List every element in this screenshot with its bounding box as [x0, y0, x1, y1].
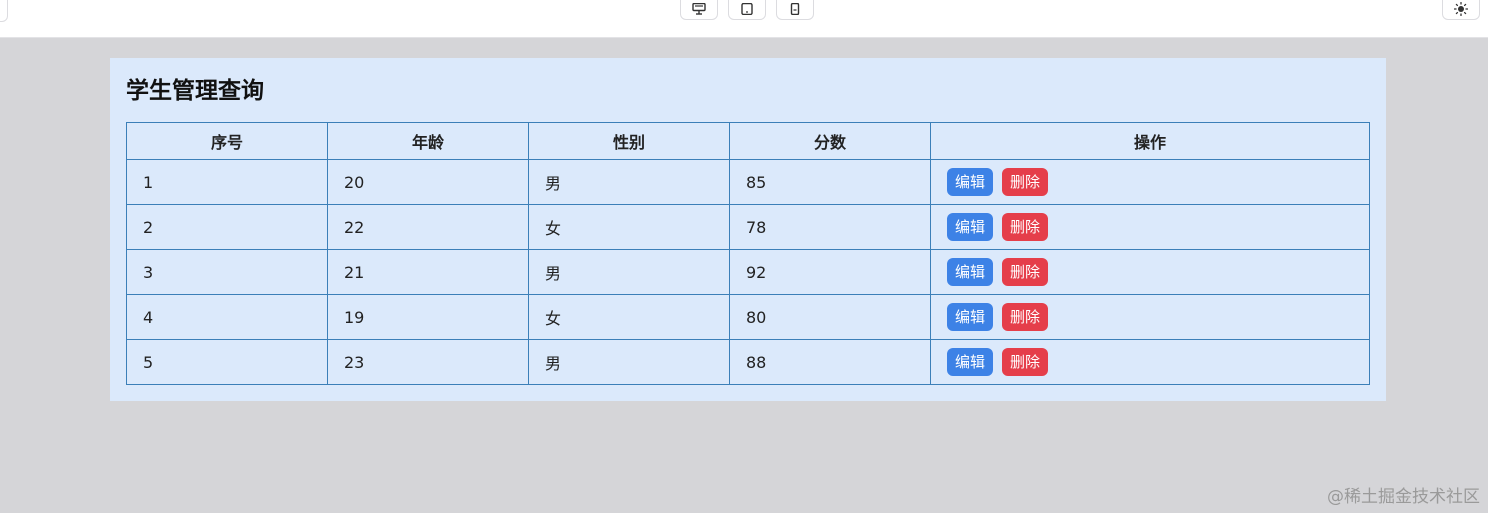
- theme-toggle-button[interactable]: [1442, 0, 1480, 20]
- tablet-icon: [741, 3, 753, 15]
- delete-button[interactable]: 删除: [1002, 213, 1049, 241]
- cell-score: 88: [729, 339, 931, 385]
- cell-age: 22: [327, 204, 529, 250]
- cell-actions: 编辑 删除: [930, 294, 1370, 340]
- desktop-icon: [692, 3, 706, 15]
- delete-button[interactable]: 删除: [1002, 303, 1049, 331]
- cell-gender: 女: [528, 294, 730, 340]
- cell-age: 23: [327, 339, 529, 385]
- cell-score: 85: [729, 159, 931, 205]
- cell-age: 20: [327, 159, 529, 205]
- student-panel: 学生管理查询 序号 年龄 性别 分数 操作 1 20 男 85 编辑 删除 2 …: [110, 58, 1386, 401]
- cell-gender: 男: [528, 249, 730, 295]
- cell-index: 2: [126, 204, 328, 250]
- cell-score: 80: [729, 294, 931, 340]
- table-header-row: 序号 年龄 性别 分数 操作: [126, 122, 1370, 160]
- sun-icon: [1454, 2, 1468, 16]
- header-actions: 操作: [930, 122, 1370, 160]
- cell-gender: 男: [528, 159, 730, 205]
- edit-button[interactable]: 编辑: [947, 213, 994, 241]
- desktop-view-button[interactable]: [680, 0, 718, 20]
- delete-button[interactable]: 删除: [1002, 348, 1049, 376]
- header-gender: 性别: [528, 122, 730, 160]
- student-table: 序号 年龄 性别 分数 操作 1 20 男 85 编辑 删除 2 22 女 78…: [126, 122, 1370, 385]
- edit-button[interactable]: 编辑: [947, 348, 994, 376]
- edit-button[interactable]: 编辑: [947, 303, 994, 331]
- header-age: 年龄: [327, 122, 529, 160]
- tablet-view-button[interactable]: [728, 0, 766, 20]
- left-edge-control[interactable]: [0, 0, 8, 22]
- delete-button[interactable]: 删除: [1002, 168, 1049, 196]
- header-index: 序号: [126, 122, 328, 160]
- cell-gender: 男: [528, 339, 730, 385]
- cell-actions: 编辑 删除: [930, 159, 1370, 205]
- watermark: @稀土掘金技术社区: [1327, 487, 1480, 507]
- cell-score: 78: [729, 204, 931, 250]
- cell-actions: 编辑 删除: [930, 249, 1370, 295]
- cell-score: 92: [729, 249, 931, 295]
- cell-age: 19: [327, 294, 529, 340]
- cell-index: 3: [126, 249, 328, 295]
- cell-gender: 女: [528, 204, 730, 250]
- delete-button[interactable]: 删除: [1002, 258, 1049, 286]
- page-title: 学生管理查询: [126, 78, 264, 104]
- mobile-view-button[interactable]: [776, 0, 814, 20]
- edit-button[interactable]: 编辑: [947, 258, 994, 286]
- header-score: 分数: [729, 122, 931, 160]
- table-row: 2 22 女 78 编辑 删除: [126, 204, 1370, 250]
- mobile-icon: [790, 3, 800, 15]
- table-row: 3 21 男 92 编辑 删除: [126, 249, 1370, 295]
- cell-age: 21: [327, 249, 529, 295]
- table-row: 4 19 女 80 编辑 删除: [126, 294, 1370, 340]
- table-row: 1 20 男 85 编辑 删除: [126, 159, 1370, 205]
- cell-actions: 编辑 删除: [930, 204, 1370, 250]
- cell-index: 5: [126, 339, 328, 385]
- cell-index: 4: [126, 294, 328, 340]
- cell-index: 1: [126, 159, 328, 205]
- edit-button[interactable]: 编辑: [947, 168, 994, 196]
- cell-actions: 编辑 删除: [930, 339, 1370, 385]
- table-row: 5 23 男 88 编辑 删除: [126, 339, 1370, 385]
- top-toolbar: [0, 0, 1488, 38]
